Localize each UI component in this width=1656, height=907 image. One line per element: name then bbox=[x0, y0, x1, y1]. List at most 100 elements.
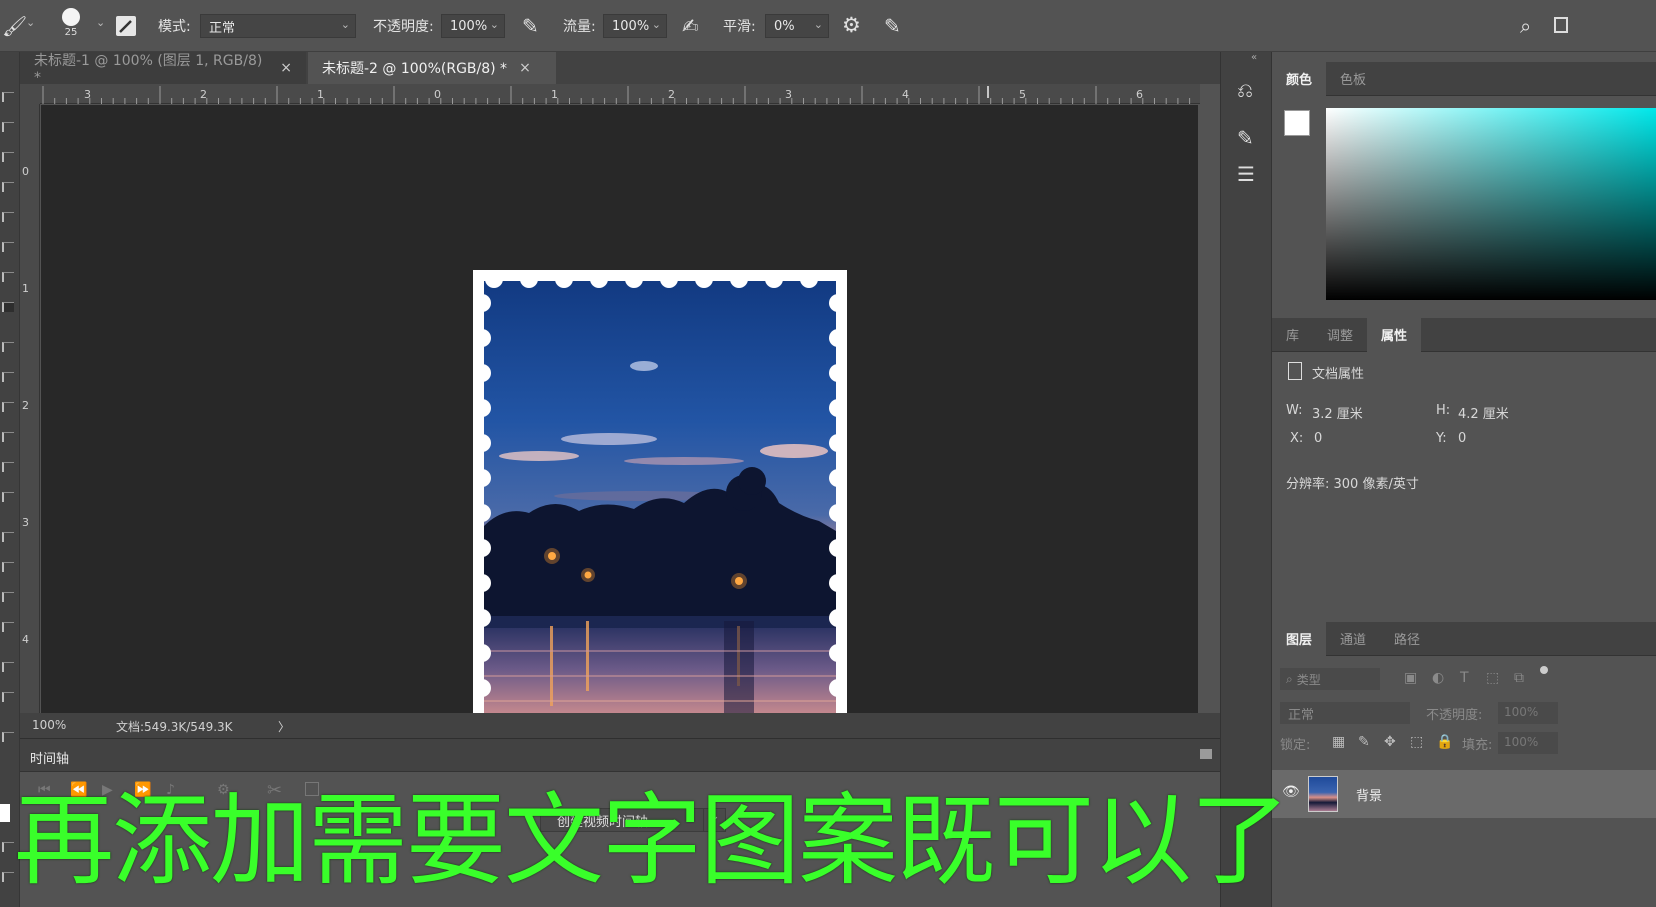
flow-value: 100% bbox=[612, 18, 650, 34]
search-icon[interactable]: ⌕ bbox=[1520, 14, 1531, 38]
move-tool-icon[interactable] bbox=[2, 92, 14, 102]
healing-tool-icon[interactable] bbox=[2, 272, 14, 282]
stamp-tool-icon[interactable] bbox=[2, 342, 14, 352]
tab-libraries[interactable]: 库 bbox=[1272, 318, 1313, 352]
eyedropper-tool-icon[interactable] bbox=[2, 242, 14, 252]
tab-label: 未标题-2 @ 100%(RGB/8) * bbox=[322, 61, 508, 77]
panel-menu-icon[interactable] bbox=[1200, 749, 1212, 759]
zoom-tool-icon[interactable] bbox=[2, 692, 14, 702]
type-filter-icon[interactable]: T bbox=[1460, 670, 1469, 686]
flow-field[interactable]: 100% ⌄ bbox=[603, 14, 667, 38]
fill-field[interactable]: 100% bbox=[1498, 732, 1558, 754]
crop-tool-icon[interactable] bbox=[2, 212, 14, 222]
close-icon[interactable]: × bbox=[519, 60, 531, 76]
layer-name[interactable]: 背景 bbox=[1356, 785, 1382, 804]
document-properties-title: 文档属性 bbox=[1312, 367, 1365, 382]
tool-preset-chevron-icon[interactable]: ⌄ bbox=[26, 16, 35, 29]
marquee-tool-icon[interactable] bbox=[2, 122, 14, 132]
workspace-icon[interactable] bbox=[1554, 17, 1568, 33]
pressure-size-icon[interactable]: ✎ bbox=[884, 14, 901, 38]
type-tool-icon[interactable] bbox=[2, 562, 14, 572]
zoom-level[interactable]: 100% bbox=[32, 718, 66, 732]
status-arrow-icon[interactable]: 〉 bbox=[278, 718, 290, 735]
adjustment-filter-icon[interactable]: ◐ bbox=[1432, 670, 1444, 686]
quick-select-tool-icon[interactable] bbox=[2, 182, 14, 192]
edit-toolbar-icon[interactable] bbox=[2, 732, 14, 742]
lock-pixels-icon[interactable]: ✎ bbox=[1358, 734, 1370, 750]
layer-row[interactable]: 👁 背景 bbox=[1272, 770, 1656, 818]
foreground-color-swatch[interactable] bbox=[0, 804, 10, 822]
pixel-filter-icon[interactable]: ▣ bbox=[1404, 670, 1417, 686]
ruler-origin[interactable] bbox=[20, 84, 40, 104]
tab-swatches[interactable]: 色板 bbox=[1326, 62, 1380, 96]
history-brush-tool-icon[interactable] bbox=[2, 372, 14, 382]
screen-mode-icon[interactable] bbox=[2, 872, 14, 882]
filter-toggle-icon[interactable] bbox=[1540, 666, 1548, 674]
pressure-opacity-icon[interactable]: ✎ bbox=[522, 14, 539, 38]
path-select-tool-icon[interactable] bbox=[2, 592, 14, 602]
foreground-color-swatch[interactable] bbox=[1284, 110, 1310, 136]
mode-select[interactable]: 正常 ⌄ bbox=[200, 14, 356, 38]
shape-tool-icon[interactable] bbox=[2, 622, 14, 632]
gradient-tool-icon[interactable] bbox=[2, 432, 14, 442]
vertical-ruler[interactable]: 0 1 2 3 4 bbox=[20, 104, 40, 714]
history-panel-icon[interactable]: ⎌ bbox=[1237, 78, 1253, 102]
opacity-field[interactable]: 100% ⌄ bbox=[441, 14, 505, 38]
brush-size-picker[interactable]: 25 bbox=[62, 8, 80, 38]
pen-tool-icon[interactable] bbox=[2, 532, 14, 542]
hand-tool-icon[interactable] bbox=[2, 662, 14, 672]
tab-paths[interactable]: 路径 bbox=[1380, 622, 1434, 656]
search-icon: ⌕ bbox=[1286, 671, 1293, 686]
brush-tool-icon[interactable]: 🖌 bbox=[2, 14, 27, 38]
lasso-tool-icon[interactable] bbox=[2, 152, 14, 162]
brush-settings-panel-icon[interactable] bbox=[116, 16, 136, 36]
smart-object-filter-icon[interactable]: ⧉ bbox=[1514, 670, 1524, 686]
blend-mode-select[interactable]: 正常 bbox=[1280, 702, 1410, 724]
brush-size-value: 25 bbox=[64, 27, 78, 38]
width-value[interactable]: 3.2 厘米 bbox=[1312, 403, 1363, 422]
layer-opacity-field[interactable]: 100% bbox=[1498, 702, 1558, 724]
opacity-value: 100% bbox=[450, 18, 488, 34]
layer-opacity-label: 不透明度: bbox=[1426, 708, 1483, 723]
tab-adjustments[interactable]: 调整 bbox=[1313, 318, 1367, 352]
collapse-panels-icon[interactable]: « bbox=[1251, 52, 1257, 63]
chevron-down-icon: ⌄ bbox=[651, 18, 661, 31]
document-canvas[interactable] bbox=[473, 270, 847, 760]
brush-picker-chevron-icon[interactable]: ⌄ bbox=[96, 16, 105, 29]
layer-filter-select[interactable]: ⌕ 类型 bbox=[1280, 668, 1380, 690]
lock-artboard-icon[interactable]: ⬚ bbox=[1410, 734, 1423, 750]
ruler-label: 4 bbox=[22, 633, 29, 646]
quick-mask-icon[interactable] bbox=[2, 842, 14, 852]
lock-transparent-icon[interactable]: ▦ bbox=[1332, 734, 1345, 750]
lock-position-icon[interactable]: ✥ bbox=[1384, 734, 1396, 750]
layer-opacity-value: 100% bbox=[1504, 705, 1539, 719]
height-value[interactable]: 4.2 厘米 bbox=[1458, 403, 1509, 422]
tab-layers[interactable]: 图层 bbox=[1272, 621, 1327, 656]
horizontal-ruler[interactable]: 3 2 1 0 1 2 3 4 5 6 bbox=[40, 84, 1200, 104]
eraser-tool-icon[interactable] bbox=[2, 402, 14, 412]
shape-filter-icon[interactable]: ⬚ bbox=[1486, 670, 1499, 686]
tab-document-1[interactable]: 未标题-1 @ 100% (图层 1, RGB/8) * × bbox=[20, 52, 306, 86]
ruler-label: 1 bbox=[551, 88, 558, 101]
airbrush-icon[interactable]: ✍ bbox=[682, 14, 699, 38]
fill-label: 填充: bbox=[1462, 738, 1493, 753]
tab-color[interactable]: 颜色 bbox=[1272, 61, 1327, 96]
close-icon[interactable]: × bbox=[280, 60, 292, 76]
color-picker-field[interactable] bbox=[1326, 108, 1656, 300]
lock-all-icon[interactable]: 🔒 bbox=[1436, 734, 1453, 750]
timeline-title[interactable]: 时间轴 bbox=[30, 748, 69, 767]
y-value[interactable]: 0 bbox=[1458, 431, 1466, 446]
ruler-label: 3 bbox=[785, 88, 792, 101]
tab-properties[interactable]: 属性 bbox=[1367, 317, 1422, 352]
smoothing-field[interactable]: 0% ⌄ bbox=[765, 14, 829, 38]
brush-panel-icon[interactable]: ✎ bbox=[1237, 126, 1254, 150]
canvas-area[interactable] bbox=[41, 105, 1198, 760]
adjustments-panel-icon[interactable]: ☰ bbox=[1237, 162, 1255, 186]
blur-tool-icon[interactable] bbox=[2, 462, 14, 472]
dodge-tool-icon[interactable] bbox=[2, 492, 14, 502]
x-value[interactable]: 0 bbox=[1314, 431, 1322, 446]
tab-document-2[interactable]: 未标题-2 @ 100%(RGB/8) * × bbox=[308, 52, 556, 84]
brush-tool-icon[interactable] bbox=[2, 302, 14, 312]
gear-icon[interactable]: ⚙ bbox=[842, 13, 861, 37]
tab-channels[interactable]: 通道 bbox=[1326, 622, 1380, 656]
